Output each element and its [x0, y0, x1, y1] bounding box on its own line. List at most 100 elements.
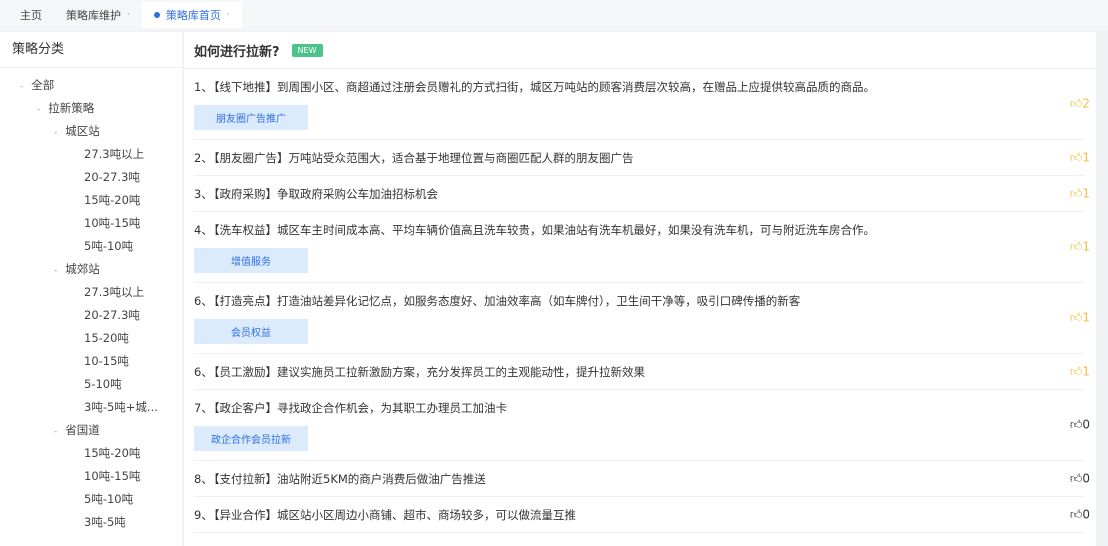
item-description: 万吨站受众范围大，适合基于地理位置与商圈匹配人群的朋友圈广告 [288, 151, 634, 165]
strategy-item: 8、【支付拉新】油站附近5KM的商户消费后做油广告推送 👍︎0 [194, 461, 1090, 497]
tree-node[interactable]: 10吨-15吨 [0, 465, 182, 488]
strategy-item: 7、【政企客户】寻找政企合作机会，为其职工办理员工加油卡政企合作会员拉新 👍︎0 [194, 390, 1090, 461]
item-description: 寻找政企合作机会，为其职工办理员工加油卡 [277, 401, 507, 415]
tree-node[interactable]: - 拉新策略 [0, 97, 182, 120]
like-button[interactable]: 👍︎1 [1070, 311, 1090, 326]
like-button[interactable]: 👍︎1 [1070, 364, 1090, 379]
like-button[interactable]: 👍︎2 [1070, 97, 1090, 112]
item-category: 【异业合作】 [208, 508, 277, 522]
tree-node-label: 15吨-20吨 [84, 193, 141, 207]
tree-node[interactable]: 10吨-15吨 [0, 212, 182, 235]
item-category: 【线下地推】 [208, 80, 277, 94]
collapse-icon[interactable]: - [54, 427, 57, 437]
strategy-item: 2、【朋友圈广告】万吨站受众范围大，适合基于地理位置与商圈匹配人群的朋友圈广告 👍… [194, 140, 1090, 176]
strategy-item: 1、【线下地推】到周围小区、商超通过注册会员赠礼的方式扫街，城区万吨站的顾客消费… [194, 69, 1090, 140]
tree-node[interactable]: 3吨-5吨 [0, 511, 182, 534]
tree-node[interactable]: - 城区站 [0, 120, 182, 143]
tree-node-label: 10吨-15吨 [84, 216, 141, 230]
tree-node-label: 15-20吨 [84, 331, 129, 345]
like-count: 1 [1082, 310, 1090, 325]
strategy-text: 6、【打造亮点】打造油站差异化记忆点，如服务态度好、加油效率高（如车牌付），卫生… [194, 293, 1084, 309]
tree-node-label: 20-27.3吨 [84, 170, 140, 184]
tab-strategy-maintenance[interactable]: 策略库维护 · [54, 2, 142, 28]
tree-node-label: 10-15吨 [84, 354, 129, 368]
scrollbar[interactable] [1096, 32, 1108, 546]
tree-node[interactable]: - 城郊站 [0, 258, 182, 281]
strategy-item: 3、【政府采购】争取政府采购公车加油招标机会 👍︎1 [194, 176, 1090, 212]
thumbs-up-icon: 👍︎ [1069, 150, 1083, 164]
strategy-list: 1、【线下地推】到周围小区、商超通过注册会员赠礼的方式扫街，城区万吨站的顾客消费… [184, 69, 1096, 533]
tree-node-label: 3吨-5吨 [84, 515, 126, 529]
collapse-icon[interactable]: - [54, 266, 57, 276]
like-button[interactable]: 👍︎1 [1070, 240, 1090, 255]
tree-node[interactable]: 20-27.3吨 [0, 304, 182, 327]
strategy-text: 4、【洗车权益】城区车主时间成本高、平均车辆价值高且洗车较贵，如果油站有洗车机最… [194, 222, 1084, 238]
tree-node[interactable]: 5-10吨 [0, 373, 182, 396]
tree-node-label: 10吨-15吨 [84, 469, 141, 483]
collapse-icon[interactable]: - [20, 82, 23, 92]
item-category: 【政企客户】 [208, 401, 277, 415]
item-description: 建议实施员工拉新激励方案，充分发挥员工的主观能动性，提升拉新效果 [277, 365, 645, 379]
tree-node-label: 27.3吨以上 [84, 147, 145, 161]
strategy-text: 6、【员工激励】建议实施员工拉新激励方案，充分发挥员工的主观能动性，提升拉新效果 [194, 364, 1084, 380]
like-button[interactable]: 👍︎0 [1070, 471, 1090, 486]
item-number: 7、 [194, 401, 213, 415]
sidebar-title: 策略分类 [0, 32, 182, 68]
item-category: 【洗车权益】 [208, 223, 277, 237]
like-button[interactable]: 👍︎0 [1070, 507, 1090, 522]
like-button[interactable]: 👍︎1 [1070, 150, 1090, 165]
tree-node[interactable]: 27.3吨以上 [0, 281, 182, 304]
item-description: 争取政府采购公车加油招标机会 [277, 187, 438, 201]
item-category: 【支付拉新】 [208, 472, 277, 486]
tree-node-label: 15吨-20吨 [84, 446, 141, 460]
tab-strategy-home[interactable]: 策略库首页 · [141, 2, 242, 28]
strategy-item: 6、【员工激励】建议实施员工拉新激励方案，充分发挥员工的主观能动性，提升拉新效果… [194, 354, 1090, 390]
close-icon[interactable]: · [127, 10, 130, 20]
tree-node[interactable]: 20-27.3吨 [0, 166, 182, 189]
item-number: 8、 [194, 472, 213, 486]
collapse-icon[interactable]: - [37, 105, 40, 115]
strategy-tag[interactable]: 政企合作会员拉新 [194, 426, 308, 451]
strategy-text: 3、【政府采购】争取政府采购公车加油招标机会 [194, 186, 1084, 202]
category-sidebar: 策略分类 - 全部 - 拉新策略 - 城区站 27.3吨以上 20-27.3吨 15吨-20吨 1… [0, 32, 182, 546]
tree-node[interactable]: 15吨-20吨 [0, 189, 182, 212]
item-category: 【打造亮点】 [208, 294, 277, 308]
like-button[interactable]: 👍︎0 [1070, 418, 1090, 433]
tree-node[interactable]: 27.3吨以上 [0, 143, 182, 166]
item-number: 2、 [194, 151, 213, 165]
tree-node[interactable]: 15-20吨 [0, 327, 182, 350]
like-count: 0 [1082, 471, 1090, 485]
tree-node-label: 27.3吨以上 [84, 285, 145, 299]
strategy-tag[interactable]: 会员权益 [194, 319, 308, 344]
tree-node[interactable]: - 省国道 [0, 419, 182, 442]
tree-node[interactable]: 5吨-10吨 [0, 488, 182, 511]
tab-label: 策略库维护 [66, 9, 121, 22]
page-title: 如何进行拉新? [194, 44, 280, 60]
like-button[interactable]: 👍︎1 [1070, 186, 1090, 201]
like-count: 1 [1082, 239, 1090, 254]
tree-node[interactable]: 5吨-10吨 [0, 235, 182, 258]
strategy-tag[interactable]: 朋友圈广告推广 [194, 105, 308, 130]
thumbs-up-icon: 👍︎ [1069, 186, 1083, 200]
tree-node-label: 5-10吨 [84, 377, 122, 391]
strategy-text: 2、【朋友圈广告】万吨站受众范围大，适合基于地理位置与商圈匹配人群的朋友圈广告 [194, 150, 1084, 166]
like-count: 2 [1082, 96, 1090, 111]
collapse-icon[interactable]: - [54, 128, 57, 138]
close-icon[interactable]: · [227, 10, 230, 20]
item-category: 【朋友圈广告】 [208, 151, 289, 165]
item-number: 1、 [194, 80, 213, 94]
tree-node-label: 省国道 [65, 423, 100, 437]
strategy-item: 9、【异业合作】城区站小区周边小商铺、超市、商场较多，可以做流量互推 👍︎0 [194, 497, 1090, 533]
item-category: 【政府采购】 [208, 187, 277, 201]
strategy-tag[interactable]: 增值服务 [194, 248, 308, 273]
tree-node[interactable]: 10-15吨 [0, 350, 182, 373]
tree-node[interactable]: 15吨-20吨 [0, 442, 182, 465]
tree-node[interactable]: 3吨-5吨+城... [0, 396, 182, 419]
item-description: 油站附近5KM的商户消费后做油广告推送 [277, 472, 486, 486]
tree-node-label: 5吨-10吨 [84, 492, 134, 506]
tree-node-label: 5吨-10吨 [84, 239, 134, 253]
tab-home[interactable]: 主页 [8, 2, 54, 28]
tree-node-label: 20-27.3吨 [84, 308, 140, 322]
thumbs-up-icon: 👍︎ [1069, 417, 1083, 432]
tree-node[interactable]: - 全部 [0, 74, 182, 97]
